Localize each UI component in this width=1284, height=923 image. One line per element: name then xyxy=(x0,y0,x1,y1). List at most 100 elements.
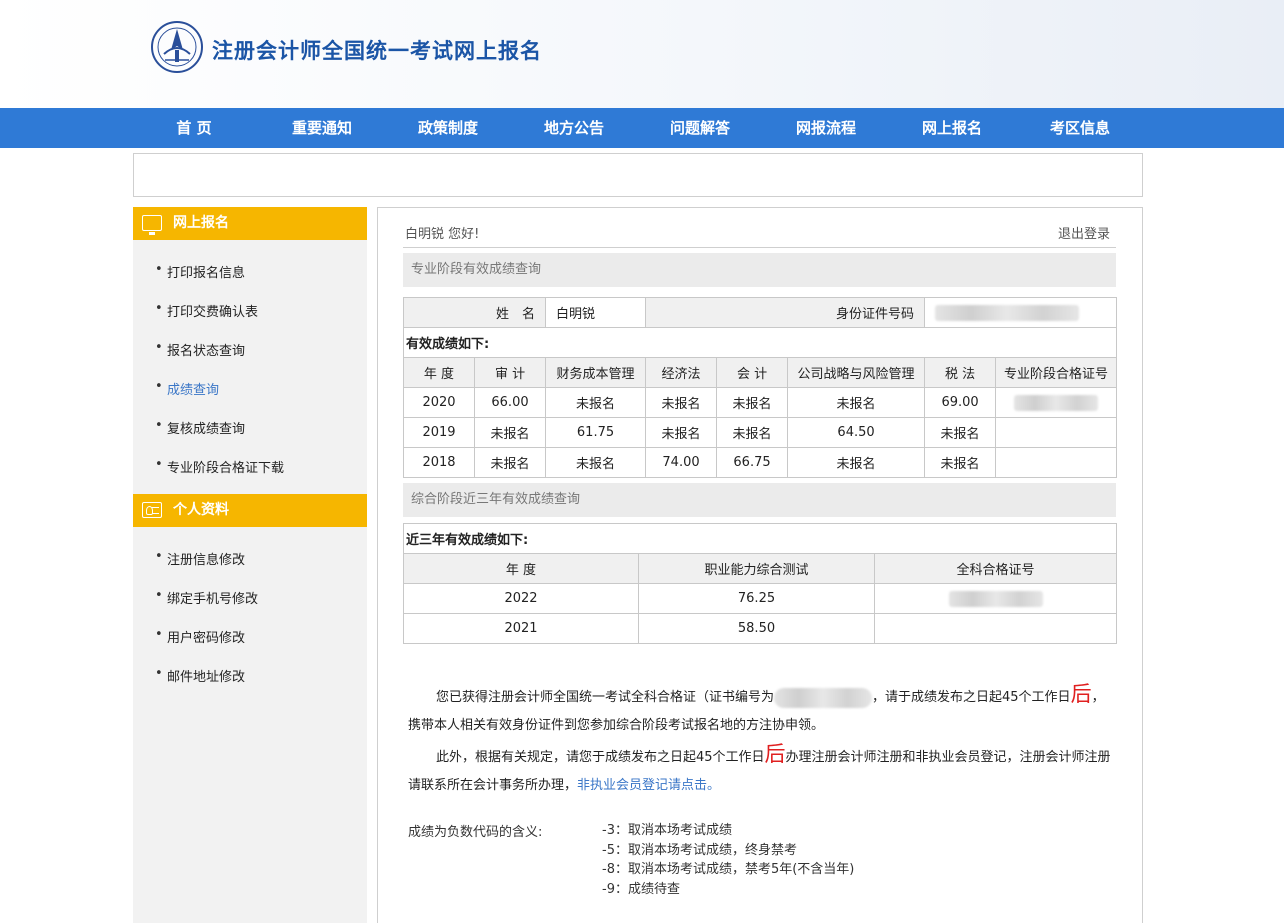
table-header-row: 年 度 审 计 财务成本管理 经济法 会 计 公司战略与风险管理 税 法 专业阶… xyxy=(403,357,1118,388)
section-title-comprehensive: 综合阶段近三年有效成绩查询 xyxy=(403,483,1116,517)
table-row: 姓 名 白明锐 身份证件号码 xyxy=(402,297,1118,328)
sidebar-header-label: 个人资料 xyxy=(173,502,229,518)
table-cell: 未报名 xyxy=(924,447,997,478)
section-title-professional: 专业阶段有效成绩查询 xyxy=(403,253,1116,287)
table-cell: 未报名 xyxy=(473,417,547,448)
notice-text: ，请于成绩发布之日起45个工作日 xyxy=(872,690,1071,705)
col-header: 经济法 xyxy=(645,357,718,388)
sidebar-item-score-query[interactable]: 成绩查询 xyxy=(155,379,219,398)
table-cell: 2018 xyxy=(403,447,475,478)
table-cell: 2022 xyxy=(403,583,639,614)
nav-faq[interactable]: 问题解答 xyxy=(645,108,755,148)
table-cell: 未报名 xyxy=(545,447,647,478)
sidebar-item-certificate-download[interactable]: 专业阶段合格证下载 xyxy=(155,457,284,476)
code-item: -9：成绩待查 xyxy=(602,881,680,897)
table-cell: 66.00 xyxy=(473,387,547,418)
code-item: -8：取消本场考试成绩，禁考5年(不含当年) xyxy=(602,862,855,877)
notice-text: 此外，根据有关规定，请您于成绩发布之日起45个工作日 xyxy=(436,750,765,765)
table-cell: 69.00 xyxy=(924,387,997,418)
table-cell xyxy=(995,447,1118,478)
table-header-row: 年 度 职业能力综合测试 全科合格证号 xyxy=(403,553,1118,584)
nav-important-notice[interactable]: 重要通知 xyxy=(267,108,377,148)
sidebar-header-registration: 网上报名 xyxy=(133,207,367,240)
certificate-notice: 您已获得注册会计师全国统一考试全科合格证（证书编号为 ，请于成绩发布之日起45个工… xyxy=(408,680,1113,740)
col-header: 年 度 xyxy=(403,357,475,388)
recent-scores-label: 近三年有效成绩如下: xyxy=(402,523,1118,554)
nav-online-registration[interactable]: 网上报名 xyxy=(897,108,1007,148)
table-row: 近三年有效成绩如下: xyxy=(402,523,1118,554)
non-practicing-member-link[interactable]: 非执业会员登记请点击。 xyxy=(577,778,720,793)
table-row: 2018 未报名 未报名 74.00 66.75 未报名 未报名 xyxy=(403,447,1118,478)
sidebar-header-label: 网上报名 xyxy=(173,215,229,231)
table-cell: 未报名 xyxy=(787,387,926,418)
nav-home[interactable]: 首 页 xyxy=(139,108,249,148)
main-nav: 首 页 重要通知 政策制度 地方公告 问题解答 网报流程 网上报名 考区信息 xyxy=(0,108,1284,148)
table-cell: 未报名 xyxy=(545,387,647,418)
sidebar-item-print-payment[interactable]: 打印交费确认表 xyxy=(155,301,258,320)
table-cell: 未报名 xyxy=(473,447,547,478)
cicpa-emblem-icon xyxy=(151,21,203,73)
divider xyxy=(403,247,1116,248)
sidebar-item-review-query[interactable]: 复核成绩查询 xyxy=(155,418,245,437)
certificate-number-redacted xyxy=(873,583,1118,614)
table-cell xyxy=(995,417,1118,448)
nav-process[interactable]: 网报流程 xyxy=(771,108,881,148)
code-item: -3：取消本场考试成绩 xyxy=(602,823,732,838)
notice-text: 您已获得注册会计师全国统一考试全科合格证（证书编号为 xyxy=(436,690,775,705)
table-row: 2019 未报名 61.75 未报名 未报名 64.50 未报名 xyxy=(403,417,1118,448)
table-row: 2022 76.25 xyxy=(403,583,1118,614)
greeting: 白明锐 您好! xyxy=(405,227,480,242)
comprehensive-scores-table: 近三年有效成绩如下: 年 度 职业能力综合测试 全科合格证号 2022 76.2… xyxy=(402,523,1118,644)
table-cell: 61.75 xyxy=(545,417,647,448)
table-cell: 2020 xyxy=(403,387,475,418)
col-header: 公司战略与风险管理 xyxy=(787,357,926,388)
sidebar-item-status-query[interactable]: 报名状态查询 xyxy=(155,340,245,359)
table-cell xyxy=(873,613,1118,644)
table-row: 2021 58.50 xyxy=(403,613,1118,644)
negative-codes-label: 成绩为负数代码的含义: xyxy=(408,825,543,840)
name-value: 白明锐 xyxy=(545,297,647,328)
registration-notice: 此外，根据有关规定，请您于成绩发布之日起45个工作日后办理注册会计师注册和非执业… xyxy=(408,740,1113,800)
sidebar: 网上报名 打印报名信息 打印交费确认表 报名状态查询 成绩查询 复核成绩查询 专… xyxy=(133,207,367,923)
sidebar-item-edit-password[interactable]: 用户密码修改 xyxy=(155,627,245,646)
nav-policy[interactable]: 政策制度 xyxy=(393,108,503,148)
site-title: 注册会计师全国统一考试网上报名 xyxy=(212,39,542,63)
certificate-number-redacted xyxy=(774,687,873,708)
table-cell: 未报名 xyxy=(716,417,789,448)
col-header: 审 计 xyxy=(473,357,547,388)
col-header: 税 法 xyxy=(924,357,997,388)
table-cell: 未报名 xyxy=(645,387,718,418)
col-header: 职业能力综合测试 xyxy=(638,553,875,584)
table-cell: 未报名 xyxy=(716,387,789,418)
id-card-icon xyxy=(142,502,162,518)
nav-exam-area-info[interactable]: 考区信息 xyxy=(1025,108,1135,148)
emphasis-text: 后 xyxy=(764,742,786,766)
col-header: 会 计 xyxy=(716,357,789,388)
monitor-icon xyxy=(142,215,162,235)
sidebar-item-edit-email[interactable]: 邮件地址修改 xyxy=(155,666,245,685)
table-row: 2020 66.00 未报名 未报名 未报名 未报名 69.00 xyxy=(403,387,1118,418)
code-item: -5：取消本场考试成绩，终身禁考 xyxy=(602,842,797,858)
notice-box xyxy=(133,153,1143,197)
col-header: 年 度 xyxy=(403,553,639,584)
table-cell: 76.25 xyxy=(638,583,875,614)
table-cell: 2019 xyxy=(403,417,475,448)
table-cell: 2021 xyxy=(403,613,639,644)
site-header: 注册会计师全国统一考试网上报名 xyxy=(0,0,1284,108)
certificate-number-redacted xyxy=(995,387,1118,418)
nav-local-announcement[interactable]: 地方公告 xyxy=(519,108,629,148)
id-label: 身份证件号码 xyxy=(645,297,926,328)
logout-link[interactable]: 退出登录 xyxy=(1058,223,1110,242)
sidebar-item-edit-registration[interactable]: 注册信息修改 xyxy=(155,549,245,568)
professional-scores-table: 姓 名 白明锐 身份证件号码 有效成绩如下: 年 度 审 计 财务成本管理 经济… xyxy=(402,297,1118,478)
table-cell: 未报名 xyxy=(787,447,926,478)
sidebar-item-print-registration[interactable]: 打印报名信息 xyxy=(155,262,245,281)
col-header: 全科合格证号 xyxy=(873,553,1118,584)
table-cell: 64.50 xyxy=(787,417,926,448)
emphasis-text: 后 xyxy=(1070,682,1092,706)
sidebar-item-edit-phone[interactable]: 绑定手机号修改 xyxy=(155,588,258,607)
table-cell: 74.00 xyxy=(645,447,718,478)
negative-codes-list: -3：取消本场考试成绩 -5：取消本场考试成绩，终身禁考 -8：取消本场考试成绩… xyxy=(602,821,854,899)
col-header: 专业阶段合格证号 xyxy=(995,357,1118,388)
table-cell: 58.50 xyxy=(638,613,875,644)
